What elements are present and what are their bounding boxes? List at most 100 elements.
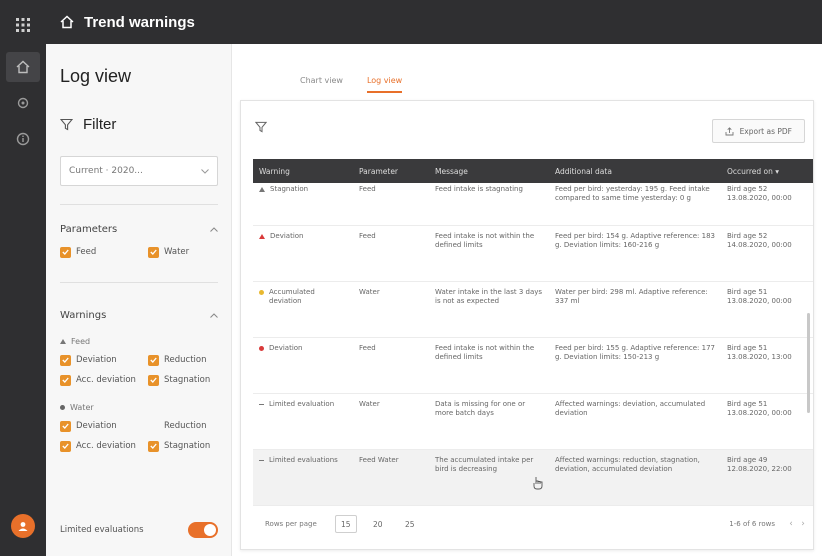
prev-page-icon[interactable]: ‹ <box>785 519 797 529</box>
cell-message: Feed intake is not within the defined li… <box>429 225 549 282</box>
group-label: Water <box>70 402 94 412</box>
warning-group-feed: Feed <box>60 334 218 348</box>
checkbox-checked-icon <box>148 440 159 452</box>
cell-occurred: Bird age 51 13.08.2020, 00:00 <box>721 281 813 338</box>
cell-occurred: Bird age 49 12.08.2020, 22:00 <box>721 449 813 506</box>
parameters-header[interactable]: Parameters <box>60 220 218 238</box>
checkbox-feed[interactable]: Feed <box>60 244 148 260</box>
table-row[interactable]: Accumulated deviation Water Water intake… <box>253 281 813 338</box>
table-filter-icon[interactable] <box>255 121 267 133</box>
column-header-parameter[interactable]: Parameter <box>353 159 429 183</box>
dash-icon <box>259 403 264 405</box>
view-tabs: Chart view Log view <box>300 76 403 93</box>
checkbox-checked-icon <box>60 420 71 432</box>
rail-settings-icon[interactable] <box>6 88 40 118</box>
rows-per-page-label: Rows per page <box>265 520 317 528</box>
table-row[interactable]: Deviation Feed Feed intake is not within… <box>253 337 813 394</box>
checkbox-water-stagnation[interactable]: Stagnation <box>148 438 218 454</box>
column-header-message[interactable]: Message <box>429 159 549 183</box>
warnings-section: Warnings Feed Deviation Reduction Acc. d… <box>60 306 218 454</box>
checkbox-label: Stagnation <box>164 375 211 385</box>
warnings-table: Warning Parameter Message Additional dat… <box>253 159 813 506</box>
cell-additional: Water per bird: 298 ml. Adaptive referen… <box>549 281 721 338</box>
triangle-icon <box>60 338 66 344</box>
cell-warning: Deviation <box>270 231 304 240</box>
nav-rail <box>0 0 46 556</box>
filter-icon <box>60 118 73 131</box>
cell-additional: Feed per bird: 154 g. Adaptive reference… <box>549 225 721 282</box>
warning-circle-icon <box>259 345 264 351</box>
sort-down-icon: ▾ <box>775 166 780 176</box>
tab-chart-view[interactable]: Chart view <box>300 76 343 93</box>
warning-triangle-icon <box>259 187 265 192</box>
warning-group-water: Water <box>60 400 218 414</box>
chevron-up-icon <box>210 226 218 232</box>
page-size-15[interactable]: 15 <box>334 515 357 533</box>
table-row[interactable]: Deviation Feed Feed intake is not within… <box>253 225 813 282</box>
checkbox-feed-stagnation[interactable]: Stagnation <box>148 372 218 388</box>
checkbox-checked-icon <box>148 374 159 386</box>
checkbox-checked-icon <box>60 374 71 386</box>
table-row[interactable]: Limited evaluation Water Data is missing… <box>253 393 813 450</box>
next-page-icon[interactable]: › <box>797 519 809 529</box>
column-header-warning[interactable]: Warning <box>253 159 353 183</box>
rail-home-icon[interactable] <box>6 52 40 82</box>
checkbox-water-acc-deviation[interactable]: Acc. deviation <box>60 438 148 454</box>
limited-evaluations-label: Limited evaluations <box>60 525 144 535</box>
pagination: Rows per page 15 20 25 1-6 of 6 rows ‹ › <box>253 509 809 539</box>
checkbox-checked-icon <box>60 440 71 452</box>
page-size-25[interactable]: 25 <box>399 515 421 533</box>
cell-occurred: Bird age 52 14.08.2020, 00:00 <box>721 225 813 282</box>
filter-header: Filter <box>60 116 116 133</box>
app-grid-icon[interactable] <box>0 8 46 42</box>
checkbox-label: Acc. deviation <box>76 441 136 451</box>
checkbox-water-deviation[interactable]: Deviation <box>60 418 148 434</box>
log-card: Export as PDF Warning Parameter Message … <box>240 100 814 550</box>
export-pdf-button[interactable]: Export as PDF <box>711 119 805 143</box>
checkbox-feed-reduction[interactable]: Reduction <box>148 352 218 368</box>
divider <box>60 282 218 283</box>
checkbox-water[interactable]: Water <box>148 244 218 260</box>
chevron-up-icon <box>210 312 218 318</box>
app-title: Trend warnings <box>84 13 195 31</box>
home-icon[interactable] <box>60 15 74 29</box>
export-icon <box>725 126 734 135</box>
warning-circle-icon <box>259 289 264 295</box>
checkbox-water-reduction[interactable]: Reduction <box>148 418 218 434</box>
warnings-header[interactable]: Warnings <box>60 306 218 324</box>
export-label: Export as PDF <box>739 126 792 136</box>
column-header-additional[interactable]: Additional data <box>549 159 721 183</box>
batch-select-value: Current · 2020... <box>69 166 143 176</box>
dot-icon <box>60 404 65 410</box>
table-header-row: Warning Parameter Message Additional dat… <box>253 159 813 183</box>
batch-select[interactable]: Current · 2020... <box>60 156 218 186</box>
checkbox-checked-icon <box>60 354 71 366</box>
limited-evaluations-toggle[interactable] <box>188 522 218 538</box>
parameters-section: Parameters Feed Water <box>60 220 218 260</box>
cell-occurred: Bird age 51 13.08.2020, 13:00 <box>721 337 813 394</box>
limited-evaluations-row: Limited evaluations <box>60 522 218 538</box>
column-header-occurred[interactable]: Occurred on ▾ <box>721 159 813 183</box>
checkbox-label: Water <box>164 247 190 257</box>
dash-icon <box>259 459 264 461</box>
checkbox-checked-icon <box>148 354 159 366</box>
checkbox-label: Deviation <box>76 421 117 431</box>
checkbox-checked-icon <box>148 246 159 258</box>
checkbox-feed-acc-deviation[interactable]: Acc. deviation <box>60 372 148 388</box>
table-row[interactable]: Stagnation Feed Feed intake is stagnatin… <box>253 183 813 226</box>
user-avatar[interactable] <box>11 514 35 538</box>
page-title: Log view <box>60 66 132 86</box>
cell-parameter: Water <box>353 281 429 338</box>
top-bar: Trend warnings <box>46 0 822 44</box>
tab-log-view[interactable]: Log view <box>366 76 403 93</box>
column-header-label: Occurred on <box>727 166 773 176</box>
cell-message: Data is missing for one or more batch da… <box>429 393 549 450</box>
checkbox-feed-deviation[interactable]: Deviation <box>60 352 148 368</box>
rail-info-icon[interactable] <box>6 124 40 154</box>
cell-parameter: Water <box>353 393 429 450</box>
cell-message: The accumulated intake per bird is decre… <box>429 449 549 506</box>
table-scrollbar[interactable] <box>807 313 810 413</box>
checkbox-checked-icon <box>60 246 71 258</box>
page-size-20[interactable]: 20 <box>367 515 389 533</box>
checkbox-label: Reduction <box>164 421 207 431</box>
